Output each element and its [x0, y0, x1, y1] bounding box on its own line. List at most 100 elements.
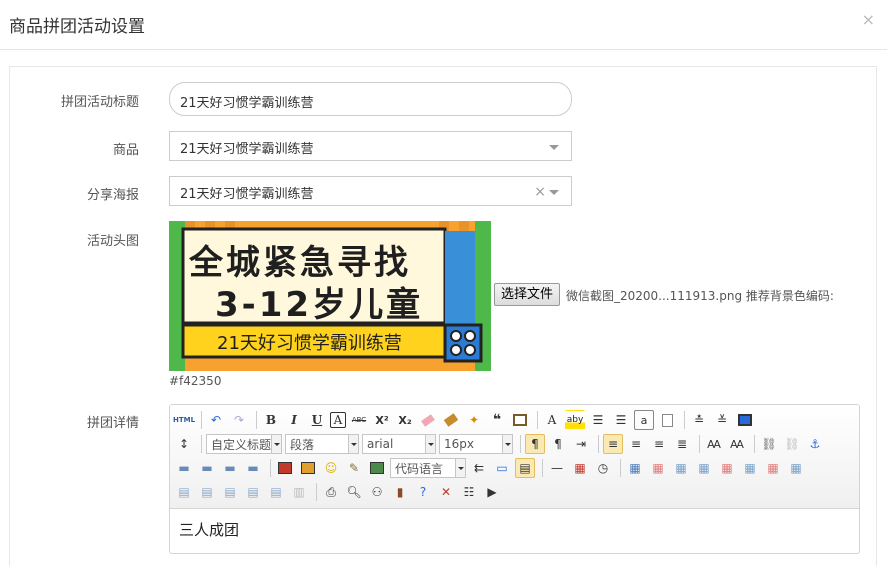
- image-right-icon[interactable]: ▬: [220, 458, 240, 478]
- clear-icon[interactable]: ×: [534, 184, 546, 200]
- divider: [201, 411, 202, 429]
- eraser-icon[interactable]: [418, 410, 438, 430]
- insert-paragraph-icon[interactable]: ▦: [671, 458, 691, 478]
- italic-button[interactable]: I: [284, 410, 304, 430]
- scrawl-icon[interactable]: ✎: [344, 458, 364, 478]
- superscript-button[interactable]: X²: [372, 410, 392, 430]
- chevron-down-icon: [549, 190, 559, 195]
- insert-video-icon[interactable]: [367, 458, 387, 478]
- ordered-list-icon[interactable]: ☰: [588, 410, 608, 430]
- to-lowercase-icon[interactable]: Ꜳ: [727, 434, 747, 454]
- toolbar-row-1: HTML ↶ ↷ B I U A ABC X² X₂ ✦ ❝ A aby ☰ ☰…: [173, 409, 758, 431]
- delete-col-icon[interactable]: ▦: [763, 458, 783, 478]
- activity-title-input[interactable]: 21天好习惯学霸训练营: [169, 82, 572, 116]
- split-cells-icon[interactable]: ▤: [220, 482, 240, 502]
- insert-col-icon[interactable]: ▦: [740, 458, 760, 478]
- highlight-button[interactable]: aby: [565, 410, 585, 430]
- close-icon[interactable]: ×: [862, 10, 875, 29]
- editor-content[interactable]: 三人成团: [179, 519, 239, 540]
- paste-icon[interactable]: ▮: [390, 482, 410, 502]
- divider: [598, 435, 599, 453]
- custom-title-select[interactable]: 自定义标题: [206, 434, 282, 454]
- chart-icon[interactable]: ▥: [289, 482, 309, 502]
- row-spacing-bottom-icon[interactable]: ≚: [712, 410, 732, 430]
- insert-row-icon[interactable]: ▦: [694, 458, 714, 478]
- unordered-list-icon[interactable]: ☰: [611, 410, 631, 430]
- font-size-select[interactable]: 16px: [439, 434, 513, 454]
- page-break-icon[interactable]: ⇇: [469, 458, 489, 478]
- delete-table-icon[interactable]: ▦: [648, 458, 668, 478]
- clear-doc-icon[interactable]: [657, 410, 677, 430]
- activity-title-value: 21天好习惯学霸训练营: [180, 96, 314, 111]
- template-icon[interactable]: ▤: [515, 458, 535, 478]
- modal-title: 商品拼团活动设置: [9, 17, 145, 37]
- blockquote-button[interactable]: ❝: [487, 410, 507, 430]
- background-icon[interactable]: ▭: [492, 458, 512, 478]
- word-import-icon[interactable]: ☷: [459, 482, 479, 502]
- time-icon[interactable]: ◷: [593, 458, 613, 478]
- ltr-direction-icon[interactable]: ¶: [525, 434, 545, 454]
- underline-button[interactable]: U: [307, 410, 327, 430]
- horizontal-rule-icon[interactable]: —: [547, 458, 567, 478]
- image-none-icon[interactable]: ▬: [174, 458, 194, 478]
- image-center-icon[interactable]: ▬: [243, 458, 263, 478]
- emotion-icon[interactable]: ☺: [321, 458, 341, 478]
- drafts-icon[interactable]: ⚇: [367, 482, 387, 502]
- split-rows-icon[interactable]: ▤: [243, 482, 263, 502]
- paste-plain-icon[interactable]: [510, 410, 530, 430]
- paragraph-value: 段落: [290, 437, 315, 452]
- link-icon[interactable]: ⛓: [759, 434, 779, 454]
- merge-right-icon[interactable]: ▤: [174, 482, 194, 502]
- font-border-button[interactable]: A: [330, 412, 346, 428]
- clear-format-icon[interactable]: ✕: [436, 482, 456, 502]
- code-language-select[interactable]: 代码语言: [390, 458, 466, 478]
- simple-upload-icon[interactable]: [275, 458, 295, 478]
- poster-headline-2: 3-12岁儿童: [215, 285, 424, 325]
- preview-icon[interactable]: [735, 410, 755, 430]
- divider: [684, 411, 685, 429]
- font-family-select[interactable]: arial: [362, 434, 436, 454]
- anchor-icon[interactable]: ⚓: [805, 434, 825, 454]
- print-icon[interactable]: ⎙: [321, 482, 341, 502]
- search-replace-icon[interactable]: 🔍︎: [344, 482, 364, 502]
- to-uppercase-icon[interactable]: Ꜳ: [704, 434, 724, 454]
- video-play-icon[interactable]: ▶: [482, 482, 502, 502]
- poster-select[interactable]: 21天好习惯学霸训练营 ×: [169, 176, 572, 206]
- auto-format-icon[interactable]: ✦: [464, 410, 484, 430]
- merge-cells-icon[interactable]: ▦: [786, 458, 806, 478]
- line-height-icon[interactable]: ↕: [174, 434, 194, 454]
- image-left-icon[interactable]: ▬: [197, 458, 217, 478]
- indent-icon[interactable]: ⇥: [571, 434, 591, 454]
- html-source-button[interactable]: HTML: [173, 410, 195, 430]
- subscript-button[interactable]: X₂: [395, 410, 415, 430]
- split-cols-icon[interactable]: ▤: [266, 482, 286, 502]
- insert-image-icon[interactable]: [298, 458, 318, 478]
- merge-down-icon[interactable]: ▤: [197, 482, 217, 502]
- chevron-down-icon: [271, 435, 281, 453]
- divider: [699, 435, 700, 453]
- format-brush-icon[interactable]: [441, 410, 461, 430]
- font-color-button[interactable]: A: [542, 410, 562, 430]
- select-all-icon[interactable]: a: [634, 410, 654, 430]
- insert-table-icon[interactable]: ▦: [625, 458, 645, 478]
- delete-row-icon[interactable]: ▦: [717, 458, 737, 478]
- date-icon[interactable]: ▦: [570, 458, 590, 478]
- redo-icon[interactable]: ↷: [229, 410, 249, 430]
- poster-banner-text: 21天好习惯学霸训练营: [217, 333, 402, 354]
- align-right-icon[interactable]: ≡: [649, 434, 669, 454]
- align-left-icon[interactable]: ≡: [603, 434, 623, 454]
- choose-file-button[interactable]: 选择文件: [494, 283, 561, 306]
- row-spacing-top-icon[interactable]: ≛: [689, 410, 709, 430]
- modal-header: 商品拼团活动设置 ×: [0, 0, 887, 50]
- undo-icon[interactable]: ↶: [206, 410, 226, 430]
- bold-button[interactable]: B: [261, 410, 281, 430]
- paragraph-select[interactable]: 段落: [285, 434, 359, 454]
- help-icon[interactable]: ?: [413, 482, 433, 502]
- strikethrough-button[interactable]: ABC: [349, 410, 369, 430]
- align-justify-icon[interactable]: ≣: [672, 434, 692, 454]
- divider: [620, 459, 621, 477]
- align-center-icon[interactable]: ≡: [626, 434, 646, 454]
- rtl-direction-icon[interactable]: ¶: [548, 434, 568, 454]
- product-select[interactable]: 21天好习惯学霸训练营: [169, 131, 572, 161]
- unlink-icon[interactable]: ⛓: [782, 434, 802, 454]
